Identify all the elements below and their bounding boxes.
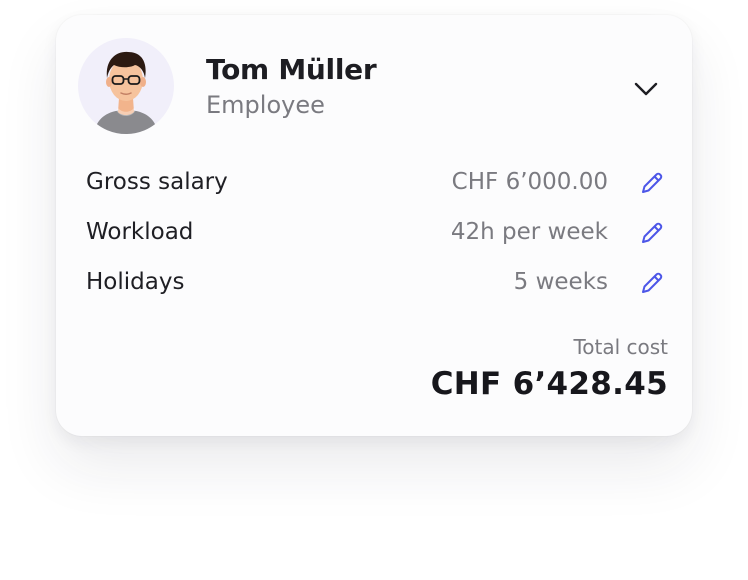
- chevron-down-icon[interactable]: [630, 73, 662, 105]
- avatar: [78, 38, 174, 134]
- row-label: Workload: [86, 219, 194, 245]
- pencil-icon[interactable]: [638, 269, 666, 297]
- row-value: CHF 6’000.00: [451, 169, 608, 195]
- total-cost-label: Total cost: [573, 335, 668, 359]
- row-workload: Workload 42h per week: [86, 219, 670, 249]
- employee-card: Tom Müller Employee Gross salary CHF 6’0…: [56, 15, 692, 436]
- pencil-icon[interactable]: [638, 219, 666, 247]
- row-value: 42h per week: [450, 219, 608, 245]
- employee-role: Employee: [206, 91, 325, 119]
- row-label: Holidays: [86, 269, 185, 295]
- pencil-icon[interactable]: [638, 169, 666, 197]
- person-avatar-illustration: [94, 51, 158, 134]
- row-holidays: Holidays 5 weeks: [86, 269, 670, 299]
- row-value: 5 weeks: [513, 269, 608, 295]
- row-label: Gross salary: [86, 169, 228, 195]
- total-cost-value: CHF 6’428.45: [430, 366, 668, 402]
- row-gross-salary: Gross salary CHF 6’000.00: [86, 169, 670, 199]
- employee-name: Tom Müller: [206, 53, 377, 86]
